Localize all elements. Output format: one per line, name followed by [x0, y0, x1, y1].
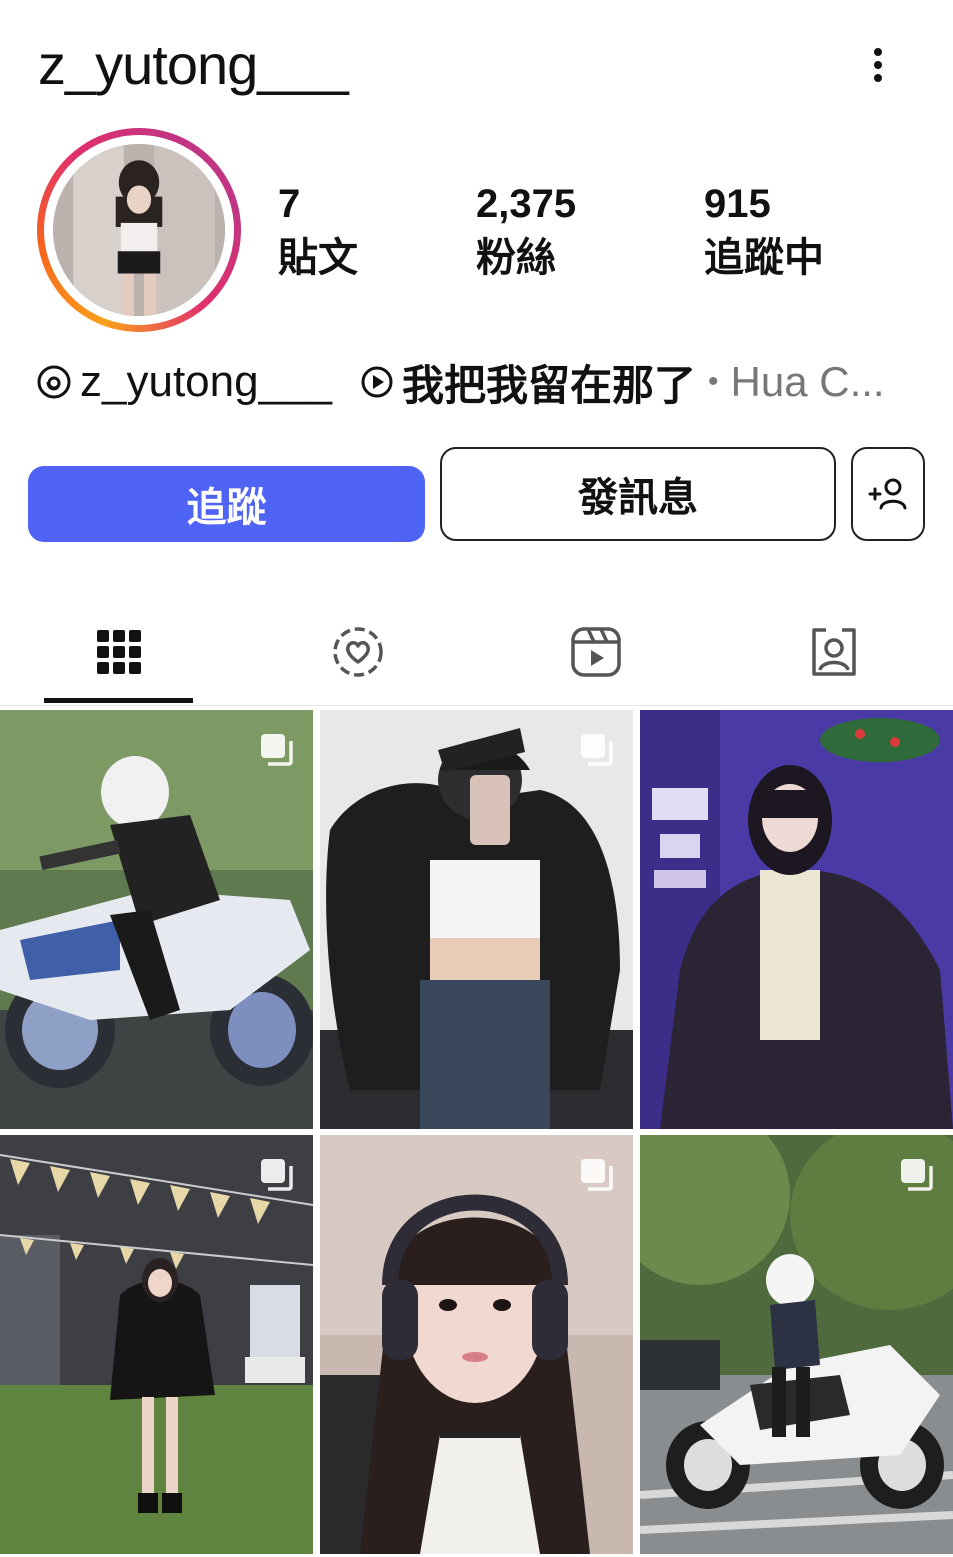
following-count: 915	[704, 182, 771, 226]
highlights-heart-icon	[333, 627, 383, 677]
tab-reels[interactable]	[521, 600, 671, 704]
add-user-icon	[868, 478, 907, 510]
song-separator: •	[708, 365, 719, 398]
tagged-icon	[812, 628, 856, 676]
post-image-2	[320, 710, 633, 1129]
suggested-users-button[interactable]	[851, 447, 925, 541]
posts-label: 貼文	[278, 236, 358, 280]
reels-icon	[571, 627, 621, 677]
tab-posts-grid[interactable]	[44, 600, 194, 704]
tab-highlights[interactable]	[283, 600, 433, 704]
stat-posts[interactable]: 7 貼文	[278, 178, 358, 286]
post-tile-1[interactable]	[0, 710, 313, 1129]
followers-label: 粉絲	[476, 236, 556, 280]
multiple-images-icon	[261, 1159, 293, 1191]
story-ring[interactable]	[37, 128, 241, 332]
threads-link[interactable]: z_yutong___	[36, 357, 332, 407]
post-image-1	[0, 710, 313, 1129]
message-button[interactable]: 發訊息	[440, 447, 836, 541]
follow-button[interactable]: 追蹤	[28, 466, 425, 542]
post-tile-4[interactable]	[0, 1135, 313, 1554]
bio-links: z_yutong___ 我把我留在那了 • Hua C...	[36, 352, 885, 412]
post-image-6	[640, 1135, 953, 1554]
post-tile-5[interactable]	[320, 1135, 633, 1554]
followers-count: 2,375	[476, 182, 577, 226]
post-image-3	[640, 710, 953, 1129]
song-artist: Hua C...	[730, 358, 885, 405]
multiple-images-icon	[901, 1159, 933, 1191]
more-options-icon[interactable]	[858, 40, 898, 90]
stat-following[interactable]: 915 追蹤中	[704, 178, 824, 286]
avatar	[53, 144, 225, 316]
following-label: 追蹤中	[704, 236, 824, 280]
threads-icon	[37, 365, 71, 399]
post-image-5	[320, 1135, 633, 1554]
profile-header: z_yutong___	[0, 0, 953, 120]
grid-icon	[97, 630, 141, 674]
song-title: 我把我留在那了	[402, 361, 697, 409]
profile-tabs	[0, 600, 953, 706]
stat-followers[interactable]: 2,375 粉絲	[476, 178, 576, 286]
play-circle-icon	[361, 366, 393, 398]
active-tab-indicator	[44, 698, 193, 703]
profile-music[interactable]: 我把我留在那了 • Hua C...	[360, 352, 885, 413]
post-image-4	[0, 1135, 313, 1554]
post-tile-2[interactable]	[320, 710, 633, 1129]
tab-tagged[interactable]	[759, 600, 909, 704]
threads-handle: z_yutong___	[80, 357, 332, 406]
post-tile-3[interactable]	[640, 710, 953, 1129]
posts-count: 7	[278, 182, 301, 226]
multiple-images-icon	[581, 734, 613, 766]
username-title: z_yutong___	[38, 33, 349, 96]
post-tile-6[interactable]	[640, 1135, 953, 1554]
multiple-images-icon	[261, 734, 293, 766]
multiple-images-icon	[581, 1159, 613, 1191]
